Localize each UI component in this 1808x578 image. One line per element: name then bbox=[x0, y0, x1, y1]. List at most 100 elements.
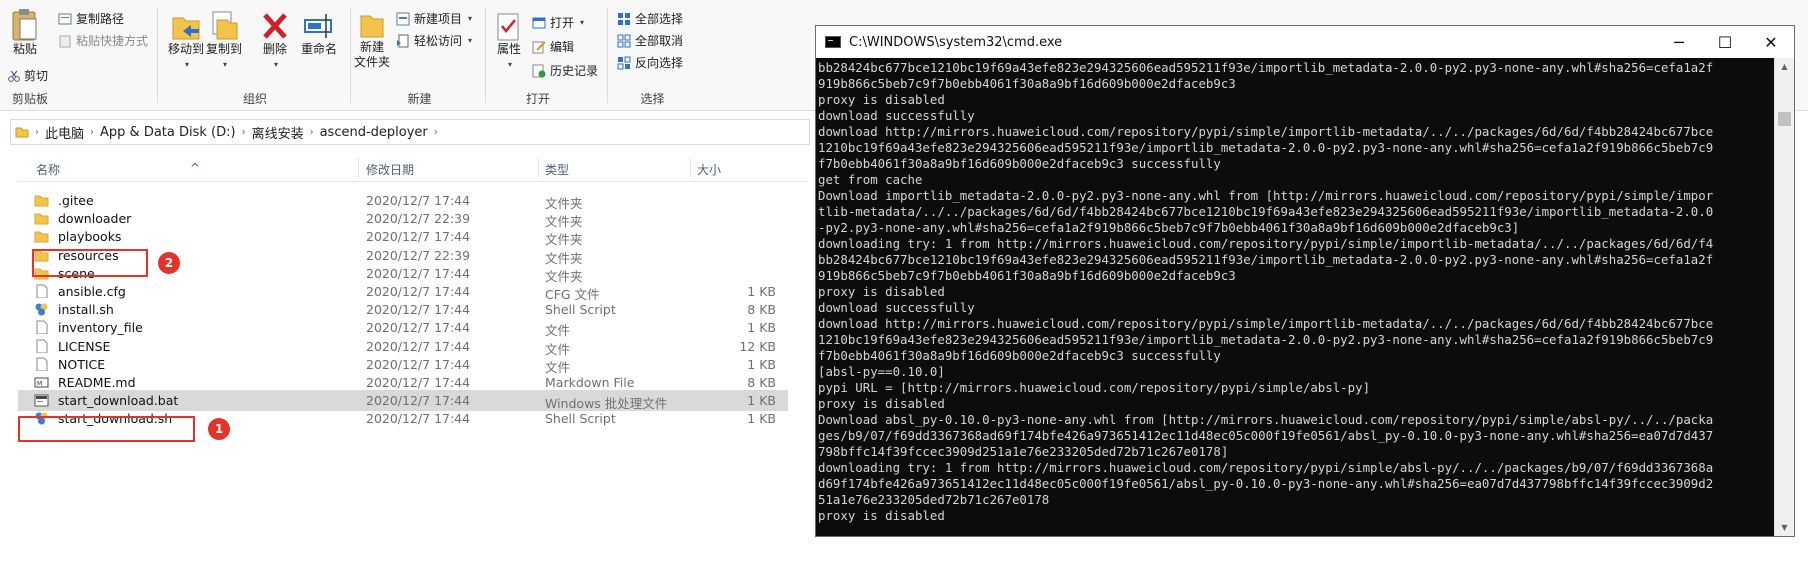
console-line: -py2.py3-none-any.whl#sha256=cefa1a2f919… bbox=[818, 220, 1520, 235]
delete-label: 删除 bbox=[262, 42, 287, 56]
file-size: 1 KB bbox=[747, 284, 776, 299]
select-group: 全部选择 全部取消 反向选择 选择 bbox=[610, 0, 710, 111]
column-date[interactable]: 修改日期 bbox=[366, 161, 414, 178]
console-line: downloading try: 1 from http://mirrors.h… bbox=[818, 236, 1714, 251]
console-output[interactable]: bb28424bc677bce1210bc19f69a43efe823e2943… bbox=[816, 58, 1774, 536]
ribbon-divider bbox=[607, 8, 608, 103]
new-item-button[interactable]: 新建项目 ▾ bbox=[396, 10, 472, 27]
shell-script-icon bbox=[35, 303, 48, 316]
scroll-thumb[interactable] bbox=[1778, 112, 1791, 126]
breadcrumb-offline-install[interactable]: 离线安装 bbox=[252, 123, 304, 142]
cmd-title-bar[interactable]: C:\WINDOWS\system32\cmd.exe ─ ☐ ✕ bbox=[816, 26, 1794, 58]
file-type: Shell Script bbox=[545, 302, 616, 318]
console-line: download http://mirrors.huaweicloud.com/… bbox=[818, 316, 1714, 331]
maximize-icon: ☐ bbox=[1717, 32, 1733, 52]
column-type[interactable]: 类型 bbox=[545, 161, 569, 178]
file-icon bbox=[36, 339, 48, 353]
minimize-button[interactable]: ─ bbox=[1656, 26, 1702, 58]
ribbon-divider bbox=[157, 8, 158, 103]
select-none-button[interactable]: 全部取消 bbox=[617, 32, 683, 49]
select-all-label: 全部选择 bbox=[635, 12, 684, 26]
file-icon bbox=[36, 284, 48, 298]
rename-button[interactable]: 重命名 bbox=[296, 10, 342, 57]
file-date: 2020/12/7 17:44 bbox=[366, 265, 471, 281]
console-line: 1210bc19f69a43efe823e294325606ead595211f… bbox=[818, 140, 1714, 155]
chevron-down-icon: ▾ bbox=[184, 60, 189, 69]
paste-shortcut-button[interactable]: 粘贴快捷方式 bbox=[58, 32, 148, 49]
breadcrumb-drive[interactable]: App & Data Disk (D:) bbox=[100, 125, 236, 140]
breadcrumb-ascend-deployer[interactable]: ascend-deployer bbox=[320, 125, 428, 140]
file-name: inventory_file bbox=[58, 320, 143, 336]
file-type: Markdown File bbox=[545, 375, 635, 390]
copy-to-button[interactable]: 复制到 ▾ bbox=[204, 10, 244, 72]
scroll-up-icon[interactable]: ▲ bbox=[1775, 58, 1794, 75]
file-date: 2020/12/7 17:44 bbox=[366, 411, 471, 427]
chevron-down-icon: ▾ bbox=[468, 36, 473, 45]
history-button[interactable]: 历史记录 bbox=[532, 62, 598, 79]
chevron-right-icon: › bbox=[433, 126, 438, 138]
file-size: 1 KB bbox=[747, 393, 776, 409]
chevron-right-icon: › bbox=[35, 126, 39, 138]
open-button[interactable]: 打开 ▾ bbox=[532, 14, 584, 31]
new-folder-label: 新建 文件夹 bbox=[353, 40, 390, 69]
console-line: proxy is disabled bbox=[818, 396, 945, 411]
column-divider[interactable] bbox=[358, 158, 359, 178]
scroll-down-icon[interactable]: ▼ bbox=[1775, 519, 1794, 536]
column-divider[interactable] bbox=[690, 158, 691, 178]
paste-shortcut-icon bbox=[59, 35, 71, 47]
rename-icon bbox=[304, 14, 332, 38]
ribbon-divider bbox=[485, 8, 486, 103]
column-size[interactable]: 大小 bbox=[697, 161, 721, 178]
edit-label: 编辑 bbox=[550, 40, 575, 54]
cmd-scrollbar[interactable]: ▲ ▼ bbox=[1774, 58, 1794, 536]
breadcrumb-this-pc[interactable]: 此电脑 bbox=[45, 123, 84, 142]
edit-icon bbox=[532, 40, 546, 53]
invert-selection-button[interactable]: 反向选择 bbox=[617, 54, 683, 71]
console-line: download successfully bbox=[818, 300, 975, 315]
sort-up-icon: ^ bbox=[190, 161, 201, 175]
file-date: 2020/12/7 17:44 bbox=[366, 356, 471, 372]
svg-text:M: M bbox=[37, 381, 42, 388]
file-size: 8 KB bbox=[747, 302, 776, 318]
easy-access-button[interactable]: 轻松访问 ▾ bbox=[396, 32, 472, 49]
console-line: download successfully bbox=[818, 108, 975, 123]
file-name: .gitee bbox=[58, 193, 94, 208]
address-bar[interactable]: › 此电脑 › App & Data Disk (D:) › 离线安装 › as… bbox=[10, 119, 810, 145]
paste-button[interactable]: 粘贴 bbox=[8, 8, 42, 57]
select-all-button[interactable]: 全部选择 bbox=[617, 10, 683, 27]
file-size: 12 KB bbox=[739, 338, 776, 354]
paste-icon bbox=[12, 9, 37, 41]
paste-shortcut-label: 粘贴快捷方式 bbox=[76, 34, 149, 48]
file-size: 1 KB bbox=[747, 356, 776, 372]
console-line: 51a1e76e233205ded72b71c267e0178 bbox=[818, 492, 1050, 507]
console-line: pypi URL = [http://mirrors.huaweicloud.c… bbox=[818, 380, 1371, 395]
properties-button[interactable]: 属性 ▾ bbox=[492, 12, 526, 72]
file-date: 2020/12/7 22:39 bbox=[366, 211, 471, 227]
folder-icon bbox=[15, 127, 29, 138]
chevron-right-icon: › bbox=[309, 126, 314, 138]
console-line: proxy is disabled bbox=[818, 508, 945, 523]
edit-button[interactable]: 编辑 bbox=[532, 38, 574, 55]
copy-path-button[interactable]: 复制路径 bbox=[58, 10, 124, 27]
cut-button[interactable]: 剪切 bbox=[8, 67, 48, 84]
file-date: 2020/12/7 17:44 bbox=[366, 302, 471, 318]
delete-button[interactable]: 删除 ▾ bbox=[260, 10, 290, 72]
console-line: proxy is disabled bbox=[818, 92, 945, 107]
column-name[interactable]: 名称 bbox=[36, 161, 60, 178]
select-none-icon bbox=[617, 34, 631, 47]
file-list: ^ 名称 修改日期 类型 大小 .gitee 2020/12/7 17:44 文件夹… bbox=[18, 152, 808, 578]
column-divider[interactable] bbox=[538, 158, 539, 178]
cmd-title: C:\WINDOWS\system32\cmd.exe bbox=[849, 34, 1063, 50]
column-header: ^ 名称 修改日期 类型 大小 bbox=[18, 152, 808, 182]
close-icon: ✕ bbox=[1764, 32, 1778, 52]
console-line: d69f174bfe426a973651412ec11d48ec05c000f1… bbox=[818, 476, 1714, 491]
file-date: 2020/12/7 17:44 bbox=[366, 393, 471, 409]
close-button[interactable]: ✕ bbox=[1748, 26, 1794, 58]
maximize-button[interactable]: ☐ bbox=[1702, 26, 1748, 58]
folder-icon bbox=[34, 231, 49, 243]
properties-label: 属性 bbox=[496, 42, 521, 56]
move-to-button[interactable]: 移动到 ▾ bbox=[166, 10, 206, 72]
folder-icon bbox=[34, 213, 49, 225]
console-line: bb28424bc677bce1210bc19f69a43efe823e2943… bbox=[818, 252, 1714, 267]
new-folder-button[interactable]: 新建 文件夹 bbox=[352, 10, 392, 70]
